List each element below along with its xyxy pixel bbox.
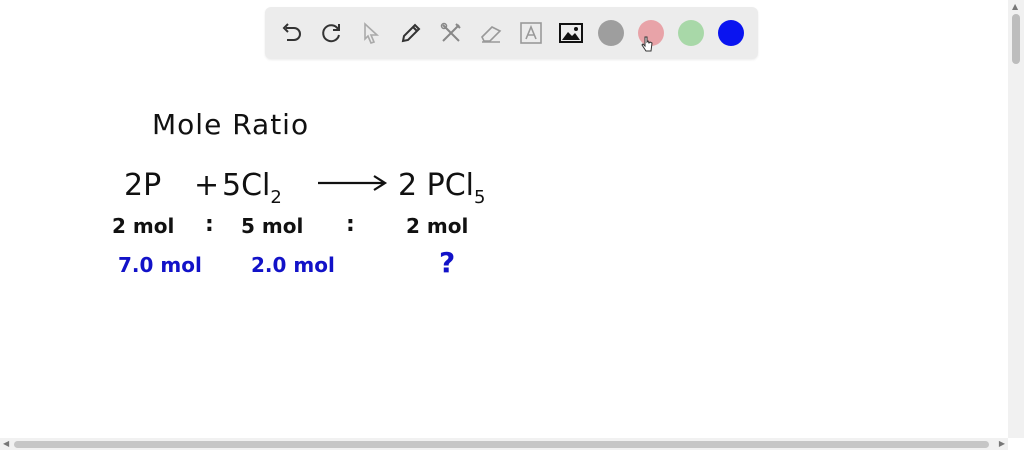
hand-cursor-icon (641, 36, 653, 52)
color-swatch-gray[interactable] (598, 20, 624, 46)
plus-sign: + (194, 168, 220, 203)
ratio-p: 2 mol (112, 214, 175, 238)
horizontal-scroll-thumb[interactable] (14, 441, 989, 448)
color-swatch-blue[interactable] (718, 20, 744, 46)
drawing-toolbar (265, 7, 758, 59)
select-icon[interactable] (357, 19, 385, 47)
tools-icon[interactable] (437, 19, 465, 47)
ratio-separator-2: : (346, 212, 355, 237)
scroll-right-icon[interactable]: ▶ (999, 439, 1005, 448)
given-p: 7.0 mol (118, 253, 202, 277)
page-title: Mole Ratio (152, 108, 310, 141)
given-cl2: 2.0 mol (251, 253, 335, 277)
undo-icon[interactable] (277, 19, 305, 47)
image-icon[interactable] (557, 19, 585, 47)
ratio-separator-1: : (205, 212, 214, 237)
text-icon[interactable] (517, 19, 545, 47)
unknown-pcl5: ? (439, 246, 456, 279)
scroll-up-icon[interactable]: ▲ (1012, 2, 1018, 11)
reactant-cl2: 5Cl2 (222, 168, 282, 208)
whiteboard-canvas[interactable]: Mole Ratio 2P + 5Cl2 2 PCl5 2 mol : 5 mo… (0, 60, 1008, 438)
redo-icon[interactable] (317, 19, 345, 47)
product-pcl5: 2 PCl5 (398, 168, 486, 208)
reactant-p: 2P (124, 168, 162, 203)
scroll-left-icon[interactable]: ◀ (3, 439, 9, 448)
ratio-pcl5: 2 mol (406, 214, 469, 238)
color-swatch-green[interactable] (678, 20, 704, 46)
vertical-scroll-thumb[interactable] (1012, 14, 1020, 64)
vertical-scrollbar[interactable]: ▲ (1008, 0, 1024, 438)
ratio-cl2: 5 mol (241, 214, 304, 238)
eraser-icon[interactable] (477, 19, 505, 47)
horizontal-scrollbar[interactable]: ◀ ▶ (0, 438, 1008, 450)
reaction-arrow (318, 175, 388, 191)
pen-icon[interactable] (397, 19, 425, 47)
